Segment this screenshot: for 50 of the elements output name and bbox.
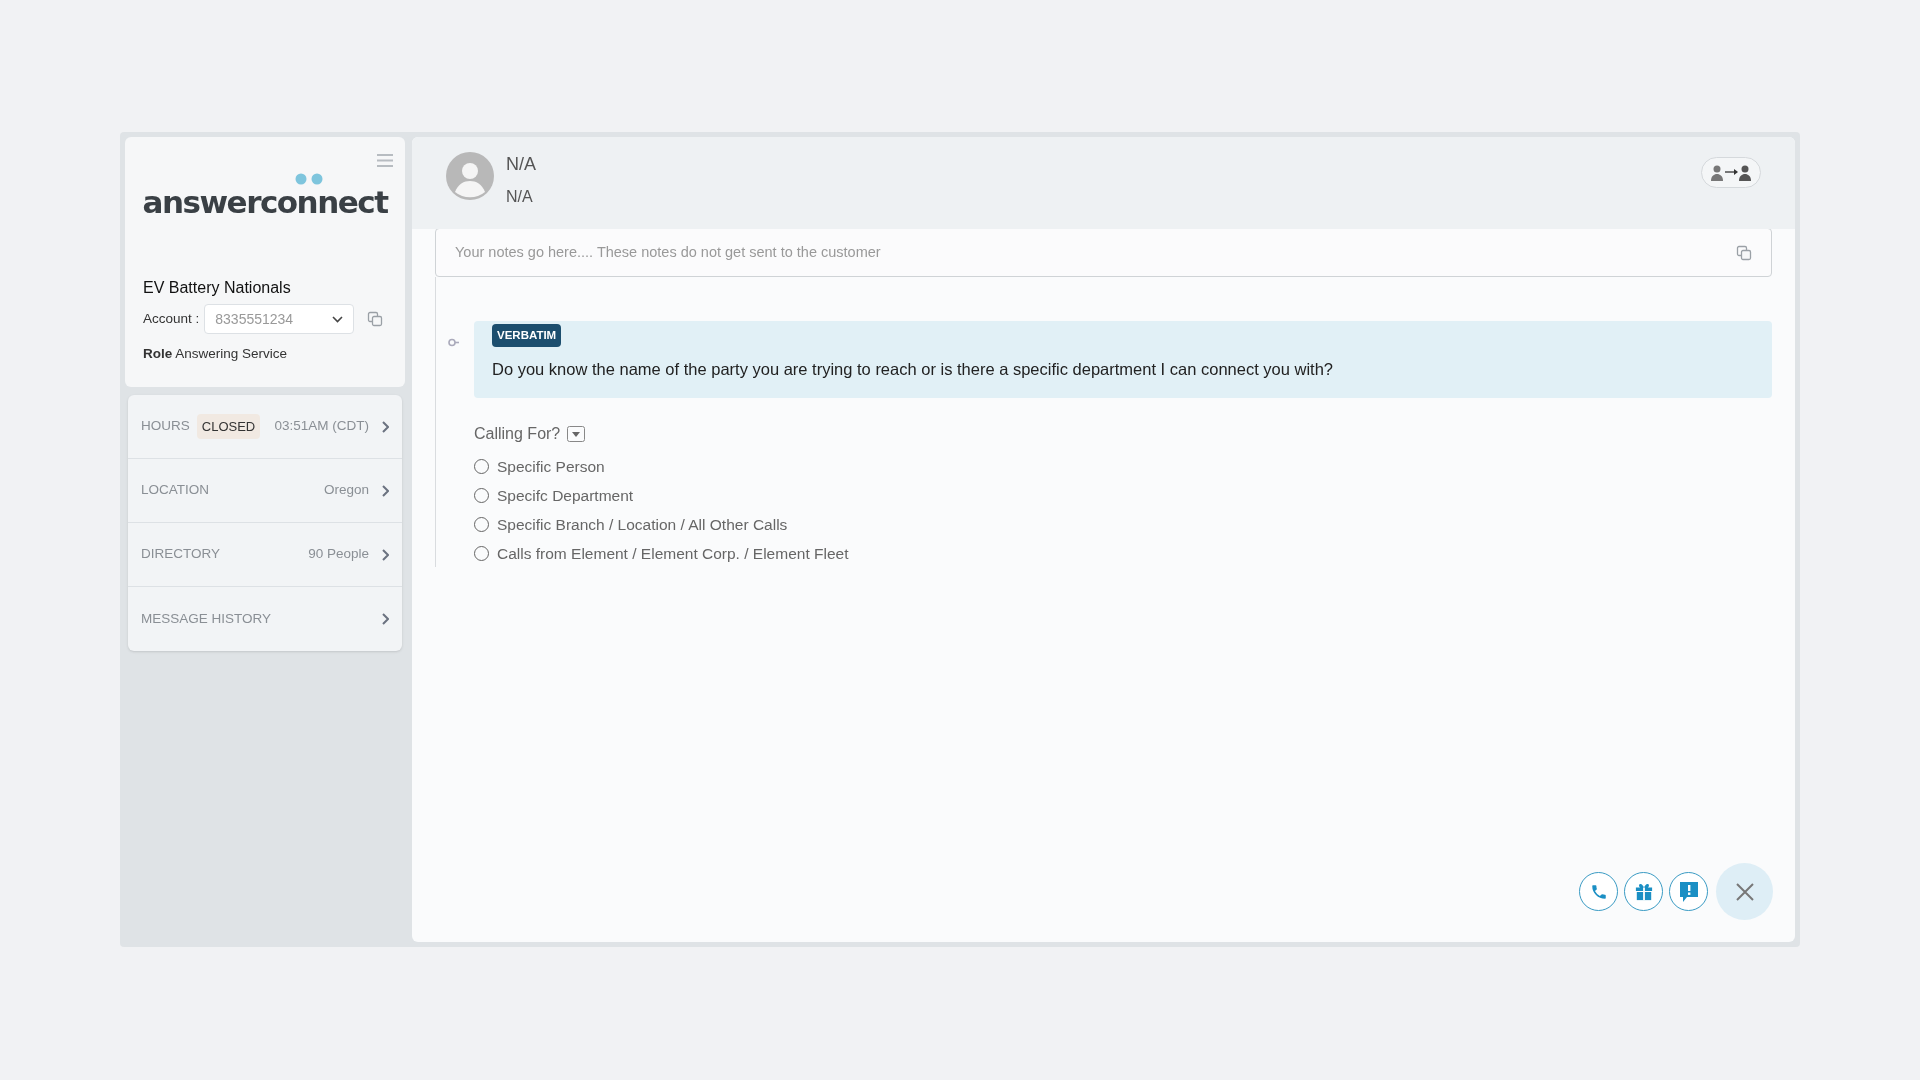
chevron-down-icon xyxy=(332,315,344,323)
chevron-right-icon xyxy=(381,613,389,625)
status-badge: CLOSED xyxy=(196,413,261,440)
avatar-icon xyxy=(446,152,494,200)
role-value: Answering Service xyxy=(175,346,288,361)
transfer-people-icon xyxy=(1711,163,1751,182)
alert-message-icon xyxy=(1678,880,1699,903)
row-label: LOCATION xyxy=(141,481,209,500)
phone-icon xyxy=(1589,882,1608,901)
account-dropdown[interactable]: 8335551234 xyxy=(204,304,355,334)
notes-box[interactable]: Your notes go here.... These notes do not get sent to the customer xyxy=(435,228,1772,277)
option-label: Specifc Department xyxy=(497,485,634,506)
caller-number: N/A xyxy=(506,187,534,207)
verbatim-tag: VERBATIM xyxy=(492,324,562,348)
row-label: MESSAGE HISTORY xyxy=(141,609,272,628)
copy-icon[interactable] xyxy=(367,311,384,327)
sidebar-row[interactable]: HOURS CLOSED 03:51AM (CDT) xyxy=(128,395,402,459)
option-label: Specific Branch / Location / All Other Calls xyxy=(497,514,788,535)
logo: answerconnect xyxy=(142,187,388,218)
logo-dots-icon xyxy=(294,173,323,185)
sidebar-row[interactable]: LOCATION Oregon xyxy=(128,459,402,523)
chevron-right-icon xyxy=(381,484,389,497)
phone-button[interactable] xyxy=(1579,872,1618,911)
script-text: Do you know the name of the party you are trying to reach or is there a specific department I can connect you with? xyxy=(492,359,1335,381)
account-label: Account : xyxy=(143,309,200,328)
caller-name: N/A xyxy=(506,153,536,176)
company-name: EV Battery Nationals xyxy=(143,278,292,298)
row-value: 03:51AM (CDT) xyxy=(274,417,369,436)
notes-field[interactable]: Your notes go here.... These notes do not get sent to the customer xyxy=(455,241,1736,264)
transfer-button[interactable] xyxy=(1701,157,1761,188)
role-label: Role xyxy=(143,346,173,361)
sidebar-row[interactable]: DIRECTORY 90 People xyxy=(128,523,402,587)
close-button[interactable] xyxy=(1716,863,1773,920)
row-value: Oregon xyxy=(323,481,369,500)
chevron-right-icon xyxy=(381,548,389,561)
question-label: Calling For? xyxy=(474,424,561,444)
pin-icon xyxy=(448,338,460,347)
copy-icon[interactable] xyxy=(1736,244,1752,261)
row-value: 90 People xyxy=(308,545,369,564)
option-label: Calls from Element / Element Corp. / Element Fleet xyxy=(497,543,849,564)
chevron-right-icon xyxy=(381,420,389,433)
gift-icon xyxy=(1634,882,1653,901)
dropdown-toggle-icon[interactable] xyxy=(567,426,586,442)
close-icon xyxy=(1735,882,1754,901)
gift-button[interactable] xyxy=(1624,872,1663,911)
option-label: Specific Person xyxy=(497,456,605,477)
alert-button[interactable] xyxy=(1669,872,1708,911)
sidebar-row[interactable]: MESSAGE HISTORY xyxy=(128,587,402,651)
row-label: DIRECTORY xyxy=(141,545,221,564)
row-label: HOURS xyxy=(141,417,190,436)
